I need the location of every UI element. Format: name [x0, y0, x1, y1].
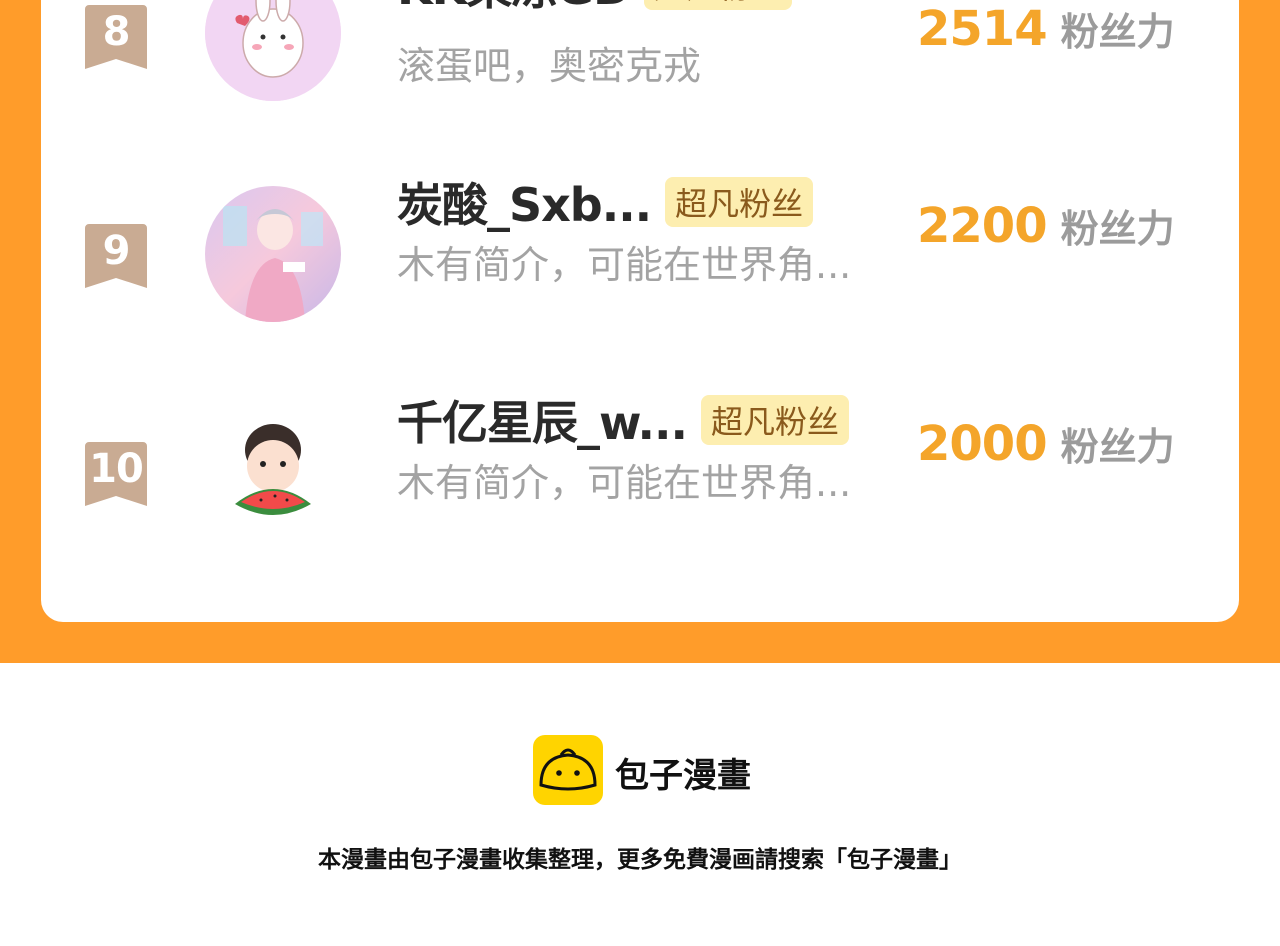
rank-number: 10: [89, 446, 144, 492]
user-bio: 滚蛋吧，奥密克戎: [397, 44, 702, 88]
user-name[interactable]: 炭酸_Sxb...: [397, 169, 652, 235]
fan-score: 2000 粉丝力: [917, 416, 1175, 472]
user-name[interactable]: 千亿星辰_w...: [397, 387, 688, 453]
leaderboard-row[interactable]: 10 千亿星辰_w... 超凡粉丝 木有简介，可能在世界角... 2000 粉丝…: [41, 395, 1239, 562]
fan-level-badge: 超凡粉丝: [700, 395, 849, 445]
fan-score-unit: 粉丝力: [1060, 207, 1175, 251]
fan-score-value: 2200: [917, 198, 1048, 254]
user-avatar[interactable]: [205, 186, 341, 322]
user-bio: 木有简介，可能在世界角...: [397, 243, 852, 287]
rank-badge-icon: 9: [85, 224, 147, 288]
user-avatar[interactable]: [205, 0, 341, 101]
user-bio: 木有简介，可能在世界角...: [397, 461, 852, 505]
user-name[interactable]: KK果冻GD: [397, 0, 631, 18]
leaderboard-row[interactable]: 8 KK果冻GD 超凡粉丝 滚蛋吧，奥密克戎 2514 粉丝力: [41, 0, 1239, 125]
fan-score-value: 2514: [917, 1, 1048, 57]
rank-badge-icon: 8: [85, 5, 147, 69]
fan-score: 2514 粉丝力: [917, 1, 1175, 57]
fan-score: 2200 粉丝力: [917, 198, 1175, 254]
fan-score-value: 2000: [917, 416, 1048, 472]
brand-name: 包子漫畫: [615, 756, 751, 796]
fan-score-unit: 粉丝力: [1060, 425, 1175, 469]
fan-level-badge: 超凡粉丝: [665, 177, 814, 227]
user-avatar[interactable]: [205, 404, 341, 540]
steamed-bun-icon: [533, 735, 603, 805]
fan-score-unit: 粉丝力: [1060, 10, 1175, 54]
rank-badge-icon: 10: [85, 442, 147, 506]
rank-number: 9: [102, 228, 131, 274]
fan-level-badge: 超凡粉丝: [644, 0, 793, 10]
source-note: 本漫畫由包子漫畫收集整理，更多免費漫画請搜索「包子漫畫」: [318, 847, 962, 873]
leaderboard-card: 8 KK果冻GD 超凡粉丝 滚蛋吧，奥密克戎 2514 粉丝力: [41, 0, 1239, 622]
rank-number: 8: [102, 9, 131, 55]
leaderboard-row[interactable]: 9 炭酸_Sxb... 超凡粉丝 木有简介，可能在世界角... 2200 粉丝力: [41, 177, 1239, 344]
